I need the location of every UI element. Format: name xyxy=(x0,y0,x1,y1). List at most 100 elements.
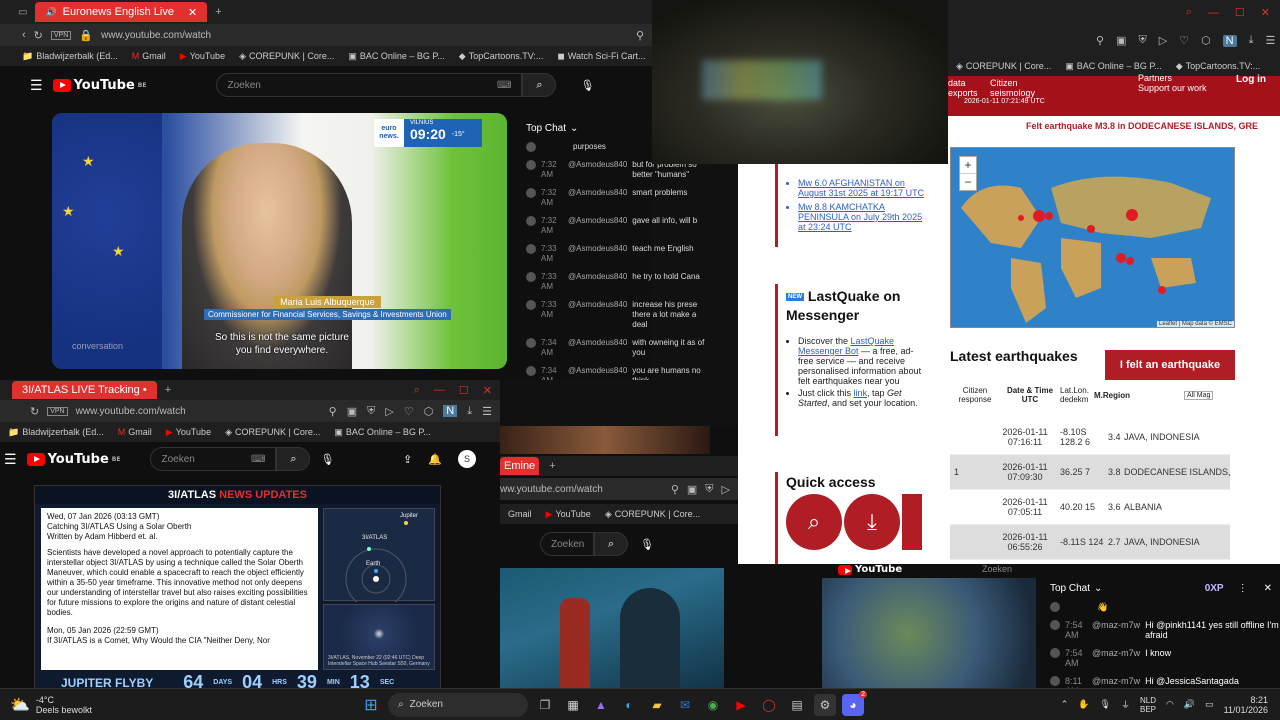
window-icon[interactable]: ▣ xyxy=(687,483,697,496)
user-avatar[interactable] xyxy=(526,366,536,376)
search-input[interactable]: Zoeken ⌨ xyxy=(150,447,277,471)
search-input[interactable]: Zoeken xyxy=(982,564,1012,574)
bell-icon[interactable]: 🔔 xyxy=(428,453,442,466)
keyboard-icon[interactable]: ⌨ xyxy=(497,80,511,91)
wifi-icon[interactable]: ◠ xyxy=(1166,699,1174,710)
chat-user[interactable]: @Asmodeus840 xyxy=(568,216,627,236)
felt-banner[interactable]: Felt earthquake M3.8 in DODECANESE ISLAN… xyxy=(948,116,1280,131)
bookmark-item[interactable]: ◈ COREPUNK | Core... xyxy=(956,61,1051,72)
bookmark-item[interactable]: ▣ BAC Online – BG P... xyxy=(348,51,444,62)
earthquake-map[interactable]: + − Leaflet | Map data © EMSC xyxy=(950,147,1235,328)
chat-user[interactable]: @maz-m7w xyxy=(1092,620,1140,640)
bookmark-item[interactable]: ▶ YouTube xyxy=(166,427,211,438)
search-icon[interactable]: ⌕ xyxy=(414,384,420,397)
device-icon[interactable] xyxy=(902,494,922,550)
minimize-icon[interactable]: — xyxy=(1208,7,1219,19)
user-avatar[interactable] xyxy=(1050,676,1060,686)
profile-icon[interactable]: N xyxy=(443,405,458,417)
zoom-out-button[interactable]: − xyxy=(960,173,976,190)
bookmark-item[interactable]: ◆ TopCartoons.TV:... xyxy=(1176,61,1261,72)
user-avatar[interactable] xyxy=(1050,602,1060,612)
user-avatar[interactable] xyxy=(526,188,536,198)
nav-item-data[interactable]: data exports xyxy=(948,78,978,98)
avatar[interactable]: S xyxy=(458,450,476,468)
chat-user[interactable]: @Asmodeus840 xyxy=(568,366,627,380)
chat-user[interactable]: @Asmodeus840 xyxy=(568,244,627,264)
bookmark-icon[interactable]: ⚲ xyxy=(329,405,337,418)
chat-user[interactable]: @Asmodeus840 xyxy=(568,160,627,180)
edge-icon[interactable]: ◐ xyxy=(618,694,640,716)
shield-icon[interactable]: ⛨ xyxy=(367,405,375,418)
chevron-up-icon[interactable]: ⌃ xyxy=(1061,699,1069,710)
search-icon[interactable]: ⌕ xyxy=(786,494,842,550)
task-view-icon[interactable]: ❐ xyxy=(534,694,556,716)
opera-icon[interactable]: ◯ xyxy=(758,694,780,716)
play-icon[interactable]: ▷ xyxy=(1159,34,1167,47)
heart-icon[interactable]: ♡ xyxy=(404,405,414,418)
recent-quake-link[interactable]: Mw 6.0 AFGHANISTAN on August 31st 2025 a… xyxy=(798,178,926,198)
windows-start-icon[interactable]: ⊞ xyxy=(360,694,382,716)
calculator-icon[interactable]: ▤ xyxy=(786,694,808,716)
recent-quake-link[interactable]: Mw 8.8 KAMCHATKA PENINSULA on July 29th … xyxy=(798,202,926,232)
bookmark-icon[interactable]: ⚲ xyxy=(1096,34,1104,47)
usb-icon[interactable]: ⏚ xyxy=(1121,698,1130,711)
user-avatar[interactable] xyxy=(526,338,536,348)
bookmark-item[interactable]: ▶ YouTube xyxy=(546,509,591,520)
bookmark-item[interactable]: Gmail xyxy=(508,509,532,519)
video-player-euronews[interactable]: ★ ★ ★ euro news. VILNIUS 09:20 -15° Maria… xyxy=(52,113,507,369)
bookmark-item[interactable]: ▣ BAC Online – BG P... xyxy=(334,427,430,438)
bookmark-item[interactable]: ◼ Watch Sci-Fi Cart... xyxy=(557,51,645,62)
search-button[interactable]: ⌕ xyxy=(594,532,628,556)
volume-icon[interactable]: 🔊 xyxy=(1184,699,1195,710)
youtube-logo[interactable]: YouTube BE xyxy=(52,78,146,93)
vpn-badge[interactable]: VPN xyxy=(50,30,72,40)
settings-icon[interactable]: ⚙ xyxy=(814,693,836,716)
bookmark-item[interactable]: 📁 Bladwijzerbalk (Ed... xyxy=(22,51,118,62)
user-avatar[interactable] xyxy=(526,160,536,170)
chrome-icon[interactable]: ◉ xyxy=(702,694,724,716)
url-field[interactable]: www.youtube.com/watch xyxy=(101,30,211,41)
close-icon[interactable]: ✕ xyxy=(1264,583,1272,594)
url-field[interactable]: www.youtube.com/watch xyxy=(76,406,186,417)
new-tab-icon[interactable]: + xyxy=(165,384,171,396)
mic-icon[interactable]: 🎙 xyxy=(1100,699,1111,710)
download-icon[interactable]: ⤓ xyxy=(1249,34,1254,47)
discord-icon[interactable]: ◕ 2 xyxy=(842,690,867,716)
col-datetime[interactable]: Date & Time UTC xyxy=(1000,386,1060,404)
close-tab-icon[interactable]: ✕ xyxy=(188,6,197,19)
chat-user[interactable]: @Asmodeus840 xyxy=(568,272,627,292)
bookmark-item[interactable]: ◈ COREPUNK | Core... xyxy=(239,51,334,62)
music-video[interactable] xyxy=(500,568,724,690)
chat-user[interactable]: @maz-m7w xyxy=(1092,648,1140,668)
maximize-icon[interactable]: ☐ xyxy=(459,384,469,397)
points-badge[interactable]: 0XP xyxy=(1205,583,1224,594)
window-icon[interactable]: ▣ xyxy=(1116,34,1126,47)
microphone-icon[interactable]: 🎙 xyxy=(640,538,654,551)
language-indicator[interactable]: NLD BEP xyxy=(1140,696,1156,714)
user-avatar[interactable] xyxy=(1050,648,1060,658)
chat-user[interactable]: @Asmodeus840 xyxy=(568,300,627,330)
play-icon[interactable]: ▷ xyxy=(722,483,730,496)
user-avatar[interactable] xyxy=(1050,620,1060,630)
minimize-icon[interactable]: — xyxy=(434,384,445,396)
shield-icon[interactable]: ⛨ xyxy=(1138,34,1146,47)
tab-emine[interactable]: Emine xyxy=(500,457,540,475)
reload-icon[interactable]: ↻ xyxy=(34,29,43,42)
url-field[interactable]: ww.youtube.com/watch xyxy=(500,484,603,495)
bookmark-item[interactable]: ▶ YouTube xyxy=(180,51,225,62)
battery-icon[interactable]: ▭ xyxy=(1205,699,1214,710)
new-tab-icon[interactable]: + xyxy=(215,6,221,18)
globe-video[interactable] xyxy=(822,578,1036,690)
table-row[interactable]: 1 2026-01-11 07:09:30 36.25 7 3.8 DODECANESE … xyxy=(950,455,1230,490)
back-icon[interactable]: ‹ xyxy=(22,29,26,41)
search-icon[interactable]: ⌕ xyxy=(1186,6,1192,19)
menu-icon[interactable]: ☰ xyxy=(1266,34,1276,47)
file-explorer-icon[interactable]: ▰ xyxy=(646,694,668,716)
table-row[interactable]: 2026-01-11 07:16:11 -8.10S 128.2 6 3.4 JAVA,… xyxy=(950,420,1230,455)
table-row[interactable]: 2026-01-11 07:05:11 40.20 15 3.6 ALBANIA xyxy=(950,490,1230,525)
tab-euronews[interactable]: 🔊 Euronews English Live ✕ xyxy=(35,2,208,22)
download-icon[interactable]: ⤓ xyxy=(844,494,900,550)
window-icon[interactable]: ▣ xyxy=(347,405,357,418)
video-player-atlas[interactable]: 3I/ATLAS NEWS UPDATES Wed, 07 Jan 2026 (… xyxy=(34,485,441,690)
share-icon[interactable]: ⇪ xyxy=(403,453,412,466)
